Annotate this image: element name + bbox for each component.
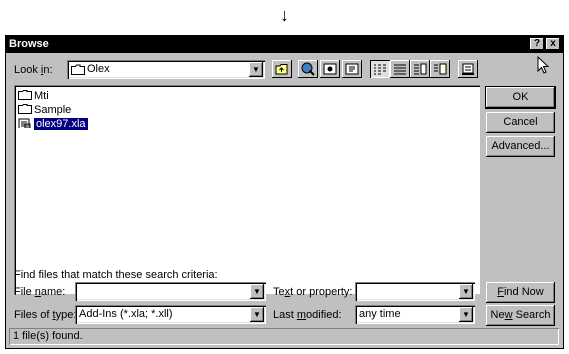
file-list[interactable]: Mti Sample olex97.xla: [14, 85, 480, 294]
cancel-button[interactable]: Cancel: [486, 112, 555, 133]
files-of-type-combo[interactable]: Add-Ins (*.xla; *.xll) ▼: [75, 305, 266, 324]
text-or-property-combo[interactable]: ▼: [355, 282, 475, 301]
look-in-favorites-icon[interactable]: [342, 60, 362, 78]
properties-view-icon[interactable]: [410, 60, 430, 78]
chevron-down-icon[interactable]: ▼: [250, 284, 264, 299]
status-bar: 1 file(s) found.: [9, 328, 559, 345]
folder-icon: [71, 64, 85, 75]
chevron-down-icon[interactable]: ▼: [249, 62, 263, 77]
addin-file-icon: [18, 118, 31, 128]
last-modified-label: Last modified:: [273, 309, 342, 321]
file-name-label: File name:: [14, 286, 66, 298]
browse-dialog: Browse ? x Look in: Olex ▼ Mti Sample ol…: [5, 35, 564, 349]
look-in-combo[interactable]: Olex ▼: [67, 60, 265, 79]
up-one-level-icon[interactable]: [272, 60, 292, 78]
down-arrow-indicator: ↓: [280, 5, 289, 25]
text-or-property-label: Text or property:: [273, 286, 353, 298]
help-button[interactable]: ?: [530, 38, 544, 50]
mouse-cursor-icon: [537, 56, 549, 74]
list-view-icon[interactable]: [370, 60, 390, 78]
advanced-button[interactable]: Advanced...: [486, 136, 555, 157]
close-button[interactable]: x: [546, 38, 560, 50]
list-item-selected[interactable]: olex97.xla: [18, 117, 89, 131]
details-view-icon[interactable]: [390, 60, 410, 78]
last-modified-combo[interactable]: any time ▼: [355, 305, 475, 324]
folder-icon: [18, 90, 32, 100]
chevron-down-icon[interactable]: ▼: [250, 307, 264, 322]
list-item[interactable]: Sample: [18, 103, 71, 117]
chevron-down-icon[interactable]: ▼: [459, 284, 473, 299]
folder-icon: [18, 104, 32, 114]
file-name-combo[interactable]: ▼: [75, 282, 266, 301]
look-in-value: Olex: [87, 63, 110, 75]
commands-settings-icon[interactable]: [458, 60, 478, 78]
new-search-button[interactable]: New Search: [486, 305, 555, 326]
look-in-label: Look in:: [14, 64, 53, 76]
title-bar: Browse ? x: [6, 36, 563, 53]
preview-view-icon[interactable]: [430, 60, 450, 78]
search-web-icon[interactable]: [298, 60, 318, 78]
files-of-type-label: Files of type:: [14, 309, 77, 321]
list-item[interactable]: Mti: [18, 89, 49, 103]
find-now-button[interactable]: Find Now: [486, 282, 555, 303]
criteria-heading: Find files that match these search crite…: [14, 269, 218, 281]
ok-button[interactable]: OK: [485, 86, 556, 109]
add-favorites-icon[interactable]: [320, 60, 340, 78]
chevron-down-icon[interactable]: ▼: [459, 307, 473, 322]
window-title: Browse: [9, 38, 49, 50]
